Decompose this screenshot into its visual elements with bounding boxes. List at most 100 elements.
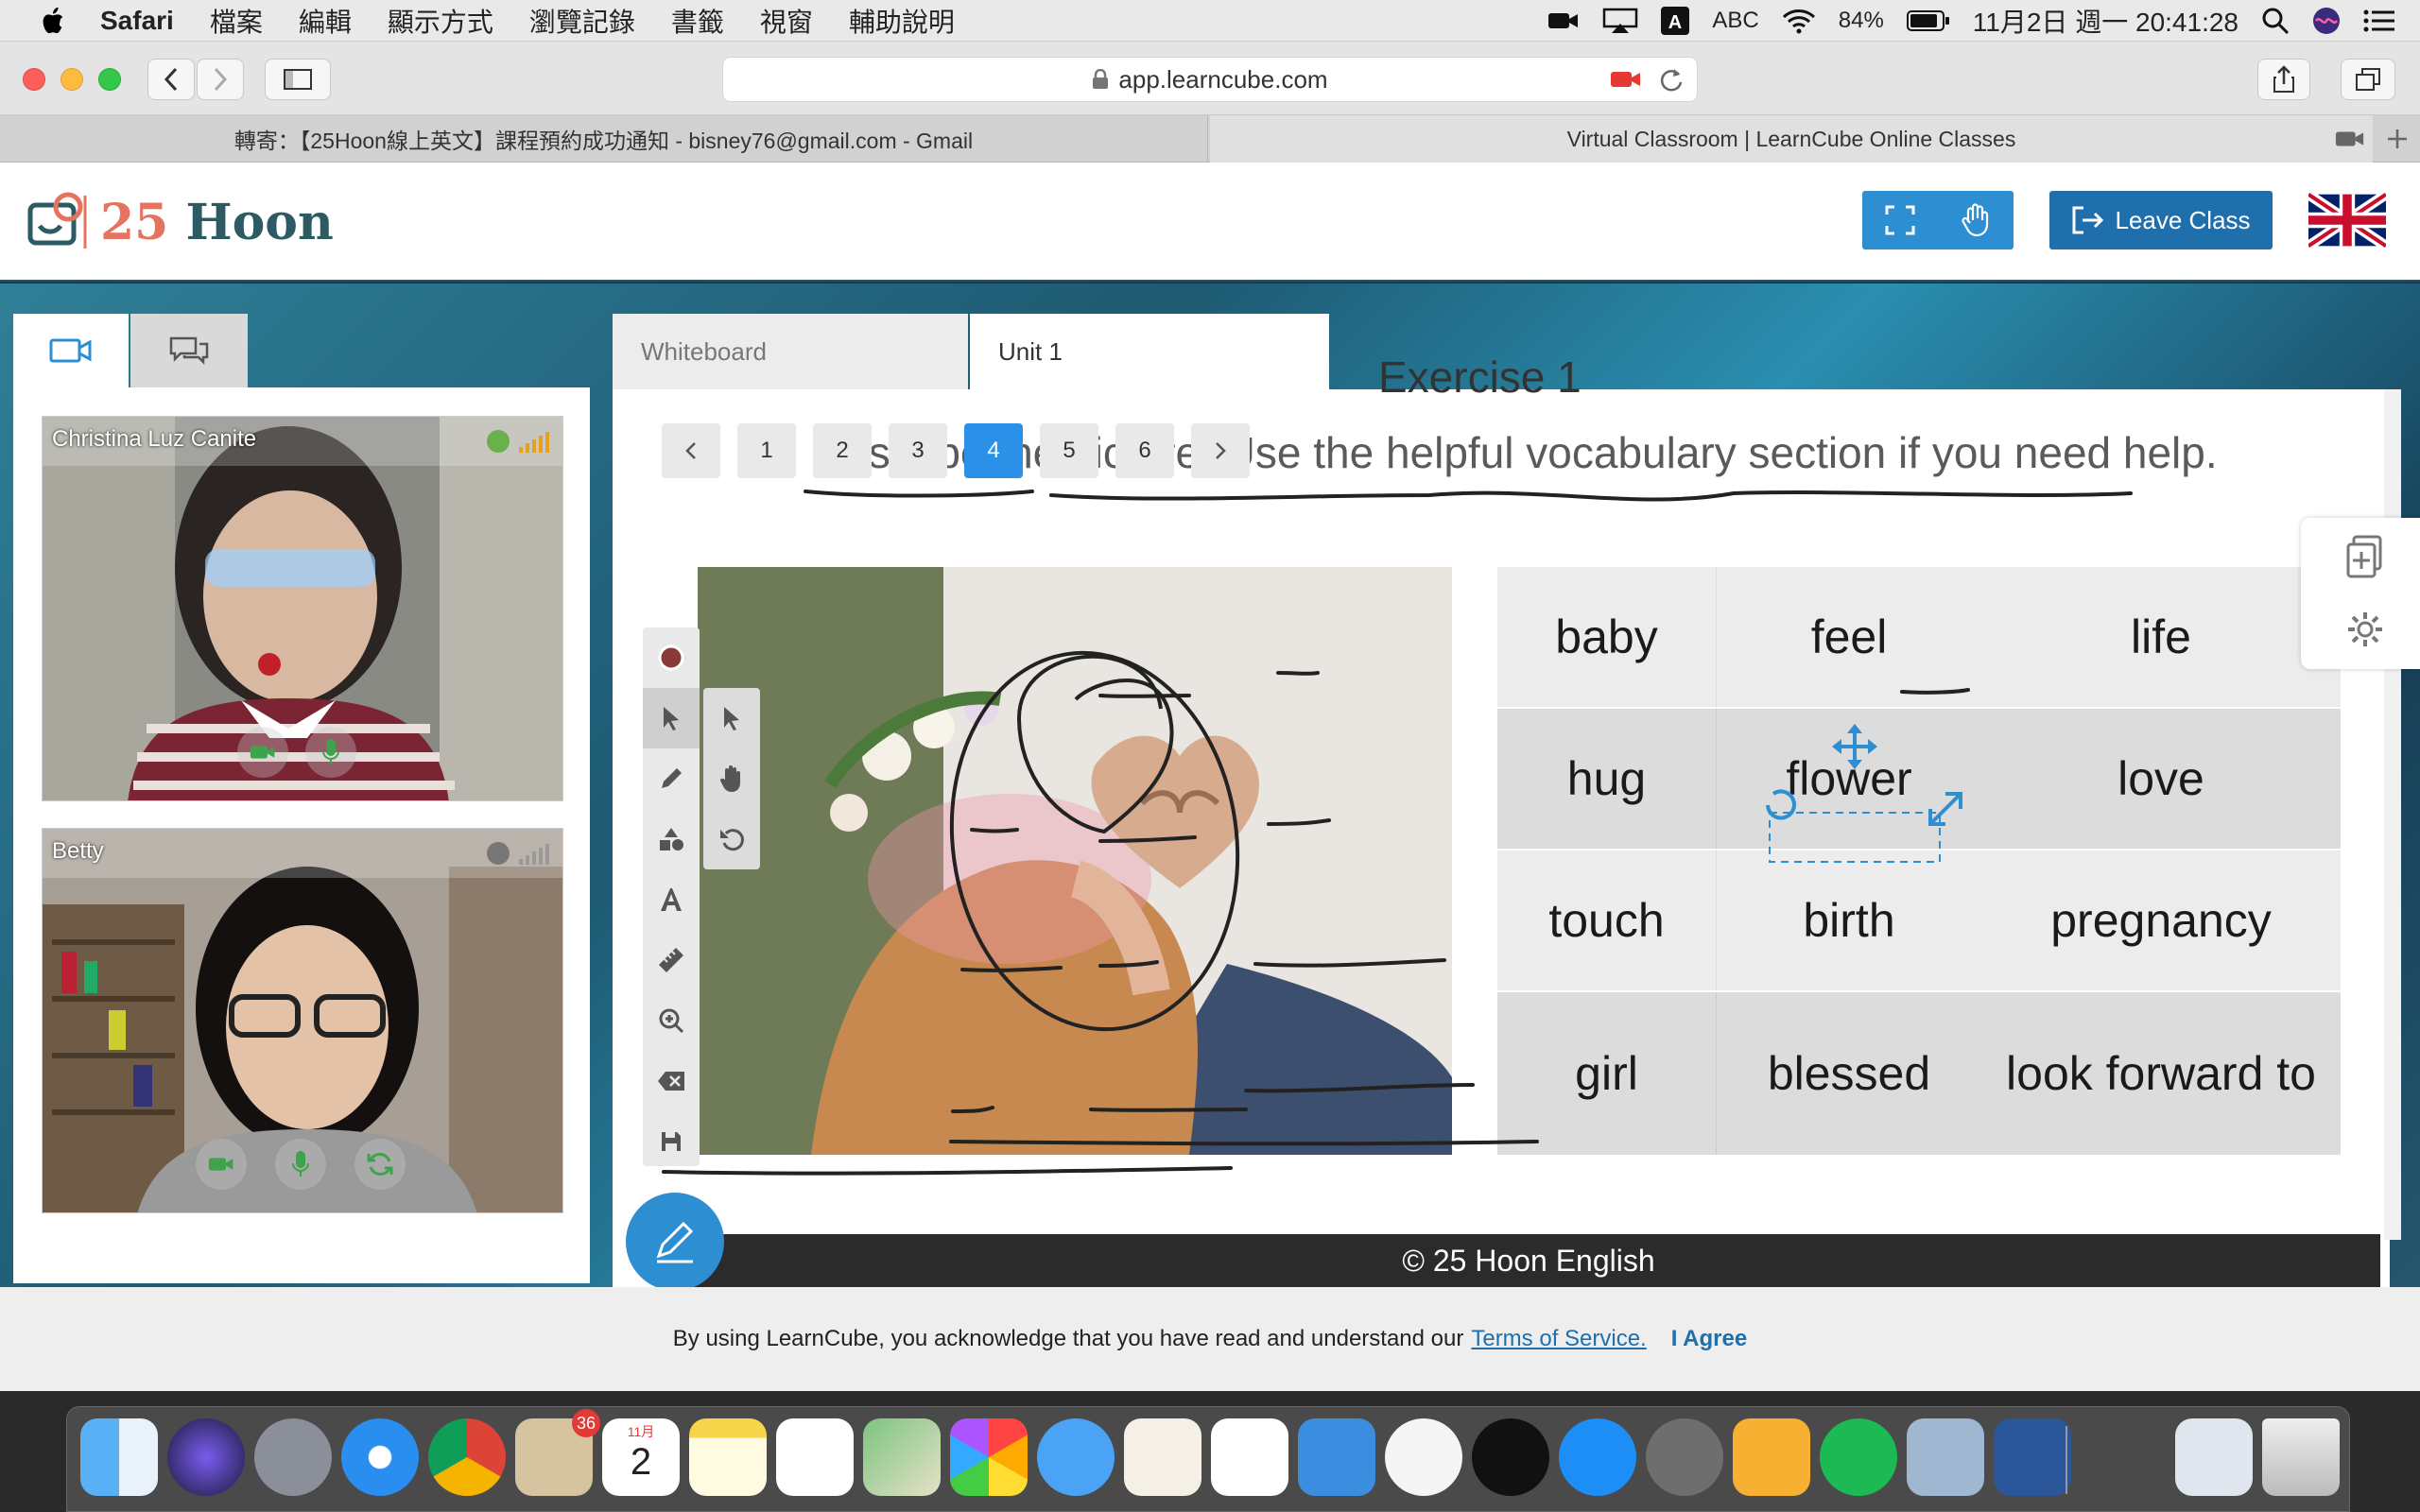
finder-icon[interactable] — [80, 1418, 158, 1496]
maps-icon[interactable] — [863, 1418, 941, 1496]
safari-icon[interactable] — [341, 1418, 419, 1496]
selection-handles[interactable] — [1766, 724, 1962, 863]
video-tile-student[interactable]: Betty — [42, 828, 563, 1213]
keynote-icon[interactable] — [1298, 1418, 1375, 1496]
menu-bookmarks[interactable]: 書籤 — [671, 2, 724, 40]
document-stack-icon[interactable] — [2175, 1418, 2253, 1496]
pointer-subtool-button[interactable] — [703, 688, 760, 748]
share-button[interactable] — [2257, 59, 2310, 100]
text-tool-button[interactable] — [643, 869, 700, 930]
select-tool-button[interactable] — [643, 688, 700, 748]
fullscreen-icon[interactable] — [1885, 205, 1915, 235]
input-method-icon[interactable]: A — [1661, 7, 1690, 35]
camera-toggle-icon[interactable] — [237, 727, 288, 778]
spotify-icon[interactable] — [1820, 1418, 1897, 1496]
add-page-icon[interactable] — [2346, 535, 2384, 578]
airplay-icon[interactable] — [1602, 8, 1638, 34]
tab-whiteboard[interactable]: Whiteboard — [613, 314, 968, 389]
video-tab[interactable] — [13, 314, 129, 387]
menubar-clock[interactable]: 11月2日 週一 20:41:28 — [1973, 2, 2238, 40]
siri-app-icon[interactable] — [167, 1418, 245, 1496]
messages-icon[interactable] — [1037, 1418, 1115, 1496]
back-button[interactable] — [147, 59, 195, 100]
microphone-toggle-icon[interactable] — [305, 727, 356, 778]
camera-toggle-icon[interactable] — [196, 1139, 247, 1190]
menu-window[interactable]: 視窗 — [760, 2, 813, 40]
pencil-icon — [662, 768, 682, 788]
microphone-toggle-icon[interactable] — [275, 1139, 326, 1190]
logo-text: 25 Hoon — [100, 194, 334, 251]
tab-gmail[interactable]: 轉寄：【25Hoon線上英文】課程預約成功通知 - bisney76@gmail… — [0, 115, 1208, 163]
menu-file[interactable]: 檔案 — [210, 2, 263, 40]
raise-hand-icon[interactable] — [1961, 203, 1991, 237]
video-tile-teacher[interactable]: Christina Luz Canite — [42, 416, 563, 801]
trash-icon[interactable] — [2262, 1418, 2340, 1496]
shapes-tool-button[interactable] — [643, 809, 700, 869]
menu-edit[interactable]: 編輯 — [299, 2, 352, 40]
numbers-icon[interactable] — [1211, 1418, 1288, 1496]
camera-status-icon[interactable] — [1547, 10, 1580, 31]
sidebar-toggle-button[interactable] — [265, 59, 331, 100]
notes-icon[interactable] — [689, 1418, 767, 1496]
drawing-mode-fab[interactable] — [626, 1193, 724, 1291]
zoom-tool-button[interactable] — [643, 990, 700, 1051]
forward-button[interactable] — [197, 59, 244, 100]
pen-tool-button[interactable] — [643, 748, 700, 809]
music-icon[interactable] — [1385, 1418, 1462, 1496]
downloads-stack-icon[interactable] — [2088, 1418, 2166, 1496]
hand-icon — [719, 765, 740, 792]
new-tab-button[interactable] — [2375, 115, 2420, 163]
slide-scrollbar[interactable] — [2384, 389, 2401, 1240]
tab-virtual-classroom[interactable]: Virtual Classroom | LearnCube Online Cla… — [1210, 115, 2373, 163]
leave-class-button[interactable]: Leave Class — [2049, 191, 2273, 249]
settings-gear-icon[interactable] — [2346, 610, 2384, 648]
agree-button[interactable]: I Agree — [1671, 1326, 1747, 1352]
ruler-tool-button[interactable] — [643, 930, 700, 990]
battery-icon[interactable] — [1906, 9, 1950, 32]
share-icon — [2273, 65, 2294, 93]
minimize-window-button[interactable] — [60, 68, 83, 91]
wifi-icon[interactable] — [1782, 8, 1816, 34]
mail-icon[interactable]: 36 — [515, 1409, 600, 1496]
app-store-icon[interactable] — [1559, 1418, 1636, 1496]
apple-logo-icon[interactable] — [38, 6, 66, 36]
reload-icon[interactable] — [1659, 67, 1684, 94]
menu-history[interactable]: 瀏覽記錄 — [529, 2, 635, 40]
pan-subtool-button[interactable] — [703, 748, 760, 809]
uk-flag-icon[interactable] — [2308, 192, 2386, 249]
chat-tab[interactable] — [130, 314, 248, 387]
tab-unit-1[interactable]: Unit 1 — [970, 314, 1329, 389]
calendar-icon[interactable]: 11月 2 — [602, 1418, 680, 1496]
save-tool-button[interactable] — [643, 1111, 700, 1172]
tab-overview-button[interactable] — [2341, 59, 2395, 100]
menu-help[interactable]: 輔助說明 — [849, 2, 955, 40]
system-preferences-icon[interactable] — [1646, 1418, 1723, 1496]
pages-icon[interactable] — [1124, 1418, 1201, 1496]
input-source-label[interactable]: ABC — [1712, 8, 1758, 34]
siri-icon[interactable] — [2312, 7, 2341, 35]
spotlight-search-icon[interactable] — [2261, 7, 2290, 35]
tabs-icon — [2356, 68, 2380, 91]
terms-of-service-link[interactable]: Terms of Service. — [1471, 1326, 1646, 1352]
leave-class-label: Leave Class — [2115, 205, 2251, 234]
preview-icon[interactable] — [1907, 1418, 1984, 1496]
zoom-window-button[interactable] — [98, 68, 121, 91]
notification-center-icon[interactable] — [2363, 9, 2395, 33]
close-window-button[interactable] — [23, 68, 45, 91]
word-icon[interactable] — [1994, 1418, 2071, 1496]
launchpad-icon[interactable] — [254, 1418, 332, 1496]
eraser-tool-button[interactable] — [643, 1051, 700, 1111]
address-bar[interactable]: app.learncube.com — [722, 57, 1698, 102]
undo-subtool-button[interactable] — [703, 809, 760, 869]
color-picker-button[interactable] — [643, 627, 700, 688]
photos-icon[interactable] — [950, 1418, 1028, 1496]
menu-app-name[interactable]: Safari — [100, 6, 174, 36]
menu-view[interactable]: 顯示方式 — [388, 2, 493, 40]
camera-recording-icon[interactable] — [1610, 69, 1642, 90]
apple-tv-icon[interactable] — [1472, 1418, 1549, 1496]
reminders-icon[interactable] — [776, 1418, 854, 1496]
switch-camera-icon[interactable] — [354, 1139, 406, 1190]
app-logo[interactable]: 25 Hoon — [26, 189, 334, 255]
chrome-icon[interactable] — [428, 1418, 506, 1496]
kakao-icon[interactable] — [1733, 1418, 1810, 1496]
